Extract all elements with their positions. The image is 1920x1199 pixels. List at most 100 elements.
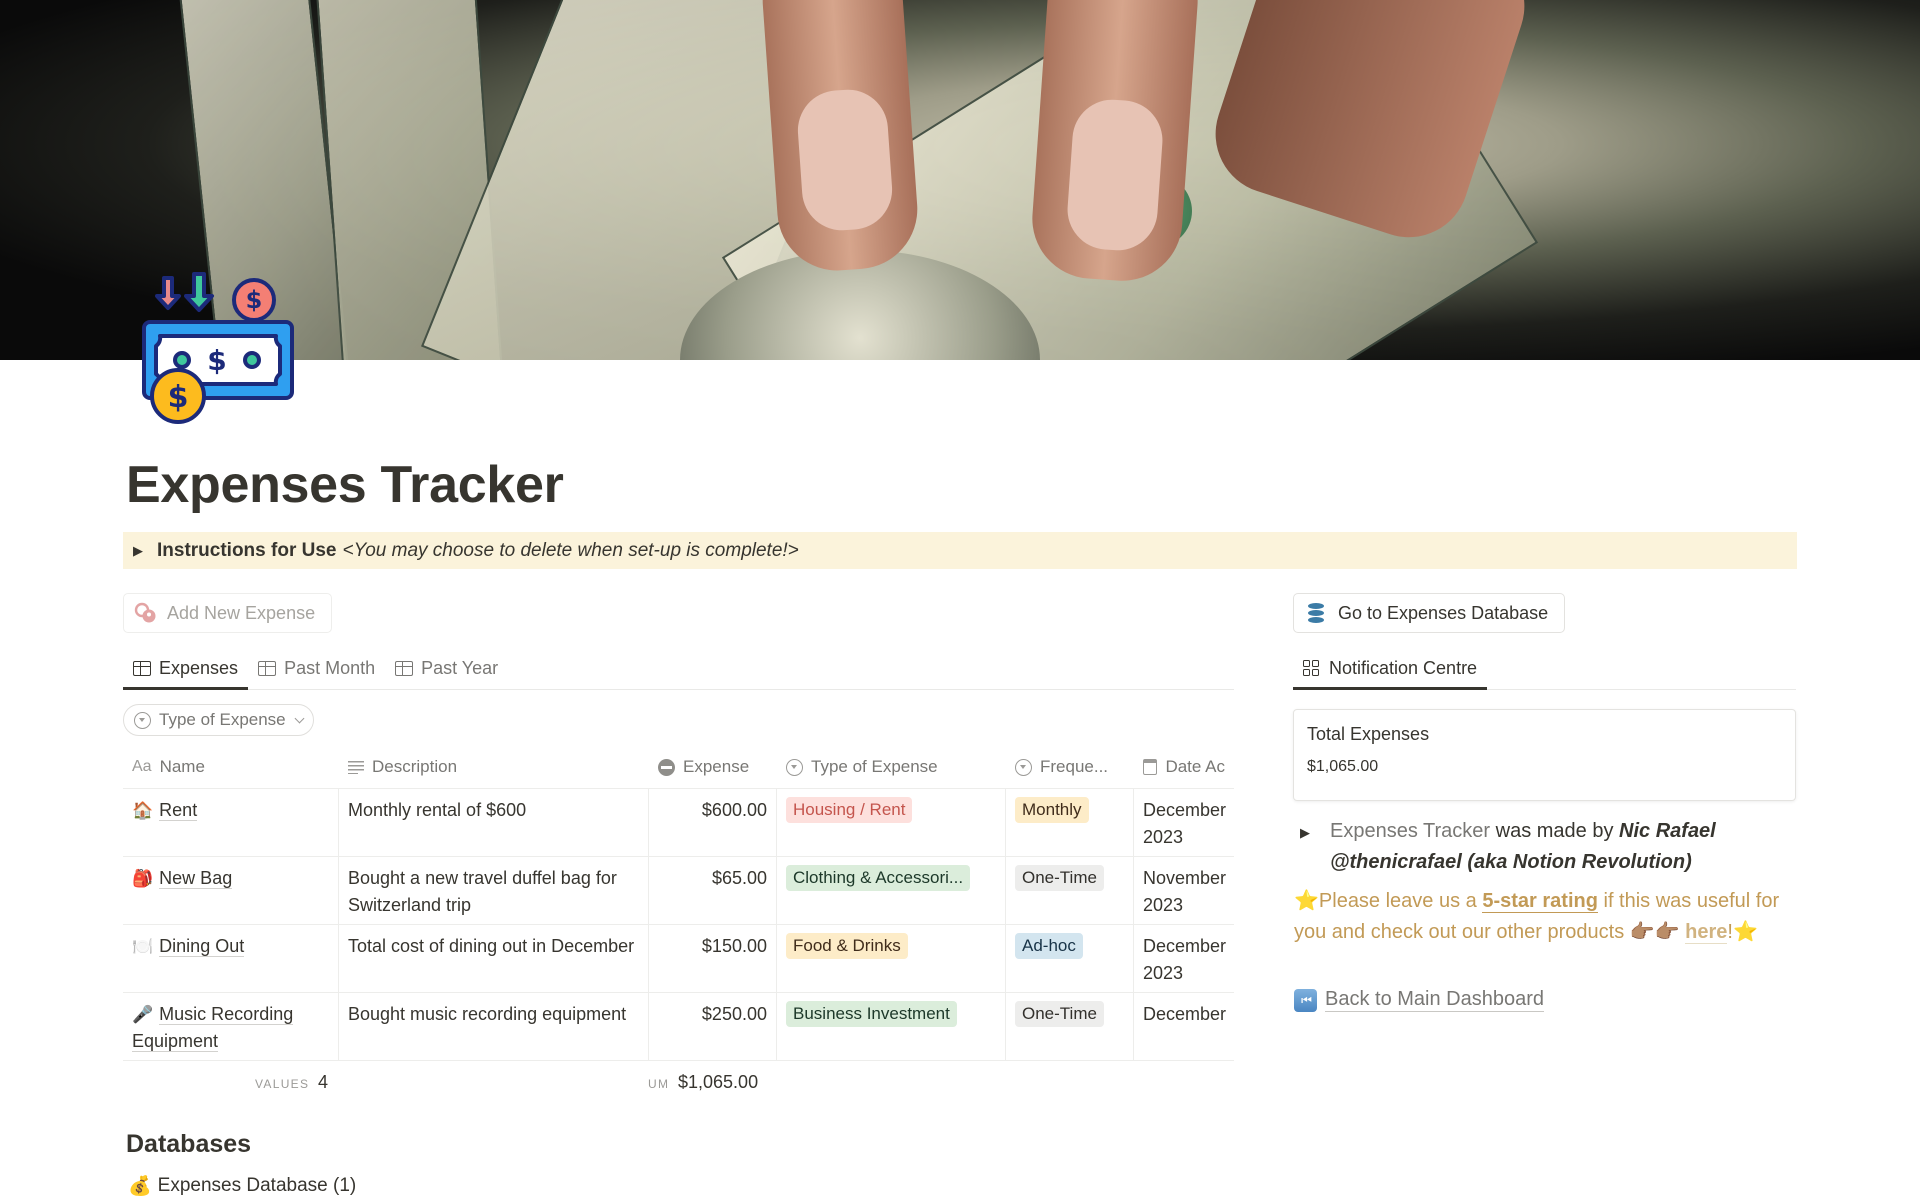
gallery-icon [1303,660,1321,677]
star-icon: ⭐ [1732,921,1758,943]
cell-expense: $65.00 [649,857,777,924]
star-icon: ⭐ [1294,890,1319,912]
cell-type[interactable]: Food & Drinks [777,925,1006,992]
column-header-type-of-expense[interactable]: Type of Expense [777,757,1006,777]
row-name[interactable]: Rent [159,800,198,821]
page-title: Expenses Tracker [126,456,564,514]
type-of-expense-filter[interactable]: Type of Expense [123,704,314,736]
column-header-description[interactable]: Description [339,757,649,777]
table-header: Aa Name Description Expense Type of Expe… [123,746,1234,789]
row-name[interactable]: Music Recording Equipment [132,1004,294,1052]
cell-name[interactable]: 🏠 Rent [123,789,339,856]
chevron-down-icon [294,713,305,723]
cell-type[interactable]: Business Investment [777,993,1006,1060]
frequency-tag: Ad-hoc [1015,933,1083,959]
cell-date[interactable]: December [1134,993,1234,1060]
plate-icon: 🍽️ [132,937,154,956]
cell-description[interactable]: Bought a new travel duffel bag for Switz… [339,857,649,924]
cell-frequency[interactable]: One-Time [1006,993,1134,1060]
table-row[interactable]: 🏠 Rent Monthly rental of $600 $600.00 Hou… [123,789,1234,857]
back-to-main-dashboard-link[interactable]: ⏮ Back to Main Dashboard [1294,988,1545,1012]
cell-expense: $600.00 [649,789,777,856]
table-row[interactable]: 🎒 New Bag Bought a new travel duffel bag … [123,857,1234,925]
cell-name[interactable]: 🎒 New Bag [123,857,339,924]
sum-calculation[interactable]: UM $1,065.00 [648,1072,758,1093]
card-value: $1,065.00 [1307,758,1379,775]
cell-description[interactable]: Total cost of dining out in December [339,925,649,992]
table-icon [395,661,414,676]
table-calculations: VALUES 4 UM $1,065.00 [123,1066,823,1096]
credit-toggle[interactable]: ▶ Expenses Tracker was made by Nic Rafae… [1300,816,1800,878]
add-new-expense-button[interactable]: Add New Expense [123,593,333,633]
cell-type[interactable]: Clothing & Accessori... [777,857,1006,924]
cell-description[interactable]: Bought music recording equipment [339,993,649,1060]
type-tag: Housing / Rent [786,797,913,823]
instructions-label: Instructions for Use [157,539,337,561]
tab-notification-centre[interactable]: Notification Centre [1293,648,1488,690]
cell-expense: $150.00 [649,925,777,992]
tab-past-month[interactable]: Past Month [248,648,385,689]
cell-frequency[interactable]: One-Time [1006,857,1134,924]
cell-description[interactable]: Monthly rental of $600 [339,789,649,856]
cell-frequency[interactable]: Monthly [1006,789,1134,856]
toggle-triangle-icon[interactable]: ▶ [1300,816,1310,878]
total-expenses-card[interactable]: Total Expenses $1,065.00 [1293,709,1796,801]
row-name[interactable]: New Bag [159,868,233,889]
add-new-expense-label: Add New Expense [167,602,316,623]
here-link[interactable]: here [1685,921,1728,944]
text-lines-icon [348,760,364,774]
table-body: 🏠 Rent Monthly rental of $600 $600.00 Hou… [123,789,1234,1061]
select-icon [1015,758,1032,776]
table-row[interactable]: 🍽️ Dining Out Total cost of dining out in… [123,925,1234,993]
cell-name[interactable]: 🍽️ Dining Out [123,925,339,992]
rating-pre: Please leave us a [1318,890,1483,912]
database-icon [1308,603,1324,623]
column-label: Description [372,757,458,776]
type-tag: Food & Drinks [786,933,908,959]
tab-label: Notification Centre [1329,658,1478,678]
column-header-name[interactable]: Aa Name [123,757,339,777]
databases-heading: Databases [126,1130,252,1158]
tab-past-year[interactable]: Past Year [385,648,508,689]
table-icon [133,661,151,676]
five-star-rating-link[interactable]: 5-star rating [1482,890,1598,913]
expenses-database-link[interactable]: 💰 Expenses Database (1) [128,1174,356,1198]
instructions-toggle[interactable]: ▶ Instructions for Use <You may choose t… [123,532,1797,569]
tab-label: Past Month [284,658,376,678]
type-tag: Business Investment [786,1001,957,1027]
frequency-tag: One-Time [1015,1001,1104,1027]
svg-text:$: $ [246,286,263,314]
toggle-triangle-icon[interactable]: ▶ [133,543,143,559]
column-label: Date Ac [1165,757,1225,776]
column-label: Expense [683,757,750,776]
calendar-icon [1143,759,1158,775]
tab-expenses[interactable]: Expenses [123,648,249,690]
count-calculation[interactable]: VALUES 4 [255,1072,328,1093]
instructions-note: <You may choose to delete when set-up is… [342,539,799,561]
column-header-frequency[interactable]: Freque... [1006,757,1134,777]
go-to-expenses-database-button[interactable]: Go to Expenses Database [1293,593,1566,633]
cell-date[interactable]: December 2023 [1134,789,1234,856]
column-header-expense[interactable]: Expense [649,757,777,777]
row-name[interactable]: Dining Out [159,936,245,957]
microphone-icon: 🎤 [132,1005,154,1024]
view-tabs: Expenses Past Month Past Year [123,648,1234,690]
cell-name[interactable]: 🎤 Music Recording Equipment [123,993,339,1060]
cell-frequency[interactable]: Ad-hoc [1006,925,1134,992]
cell-date[interactable]: December 2023 [1134,925,1234,992]
frequency-tag: One-Time [1015,865,1104,891]
type-tag: Clothing & Accessori... [786,865,971,891]
credit-product: Expenses Tracker [1330,820,1491,842]
table-row[interactable]: 🎤 Music Recording Equipment Bought music … [123,993,1234,1061]
cell-type[interactable]: Housing / Rent [777,789,1006,856]
column-label: Freque... [1040,757,1109,776]
cell-date[interactable]: November 2023 [1134,857,1234,924]
money-bag-icon: 💰 [128,1176,152,1197]
money-bill-coins-icon[interactable]: $ $ $ [136,268,296,428]
column-label: Type of Expense [811,757,938,776]
goto-button-label: Go to Expenses Database [1338,602,1549,623]
svg-text:$: $ [207,344,226,377]
column-header-date[interactable]: Date Ac [1134,757,1234,777]
tab-label: Past Year [421,658,499,678]
back-link-label: Back to Main Dashboard [1325,988,1545,1012]
